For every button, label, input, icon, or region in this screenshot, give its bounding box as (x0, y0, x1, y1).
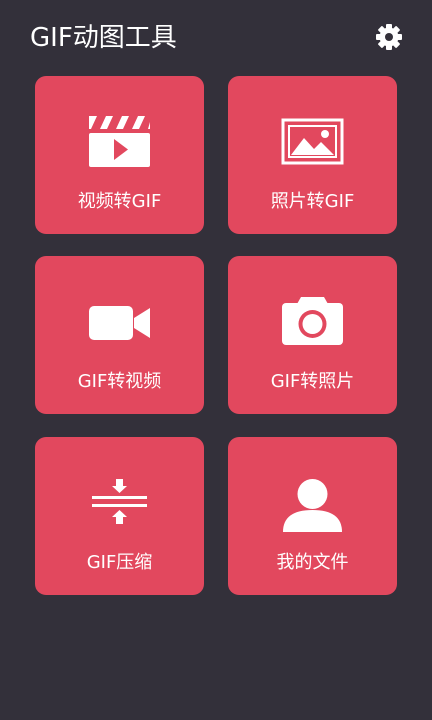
tile-gif-compress[interactable]: GIF压缩 (35, 437, 204, 595)
tile-my-files[interactable]: 我的文件 (228, 437, 397, 595)
tile-label: GIF转视频 (77, 371, 162, 392)
tile-label: GIF转照片 (270, 371, 355, 392)
app-title: GIF动图工具 (30, 23, 177, 53)
tile-video-to-gif[interactable]: 视频转GIF (35, 76, 204, 234)
tile-label: 我的文件 (276, 552, 349, 573)
tile-label: 视频转GIF (77, 191, 162, 212)
tile-photo-to-gif[interactable]: 照片转GIF (228, 76, 397, 234)
tile-label: GIF压缩 (86, 552, 153, 573)
tile-gif-to-video[interactable]: GIF转视频 (35, 256, 204, 414)
gear-icon[interactable] (374, 22, 404, 52)
tile-gif-to-photo[interactable]: GIF转照片 (228, 256, 397, 414)
settings-button[interactable] (374, 22, 404, 52)
app-header: GIF动图工具 (0, 0, 432, 76)
tile-label: 照片转GIF (270, 191, 355, 212)
